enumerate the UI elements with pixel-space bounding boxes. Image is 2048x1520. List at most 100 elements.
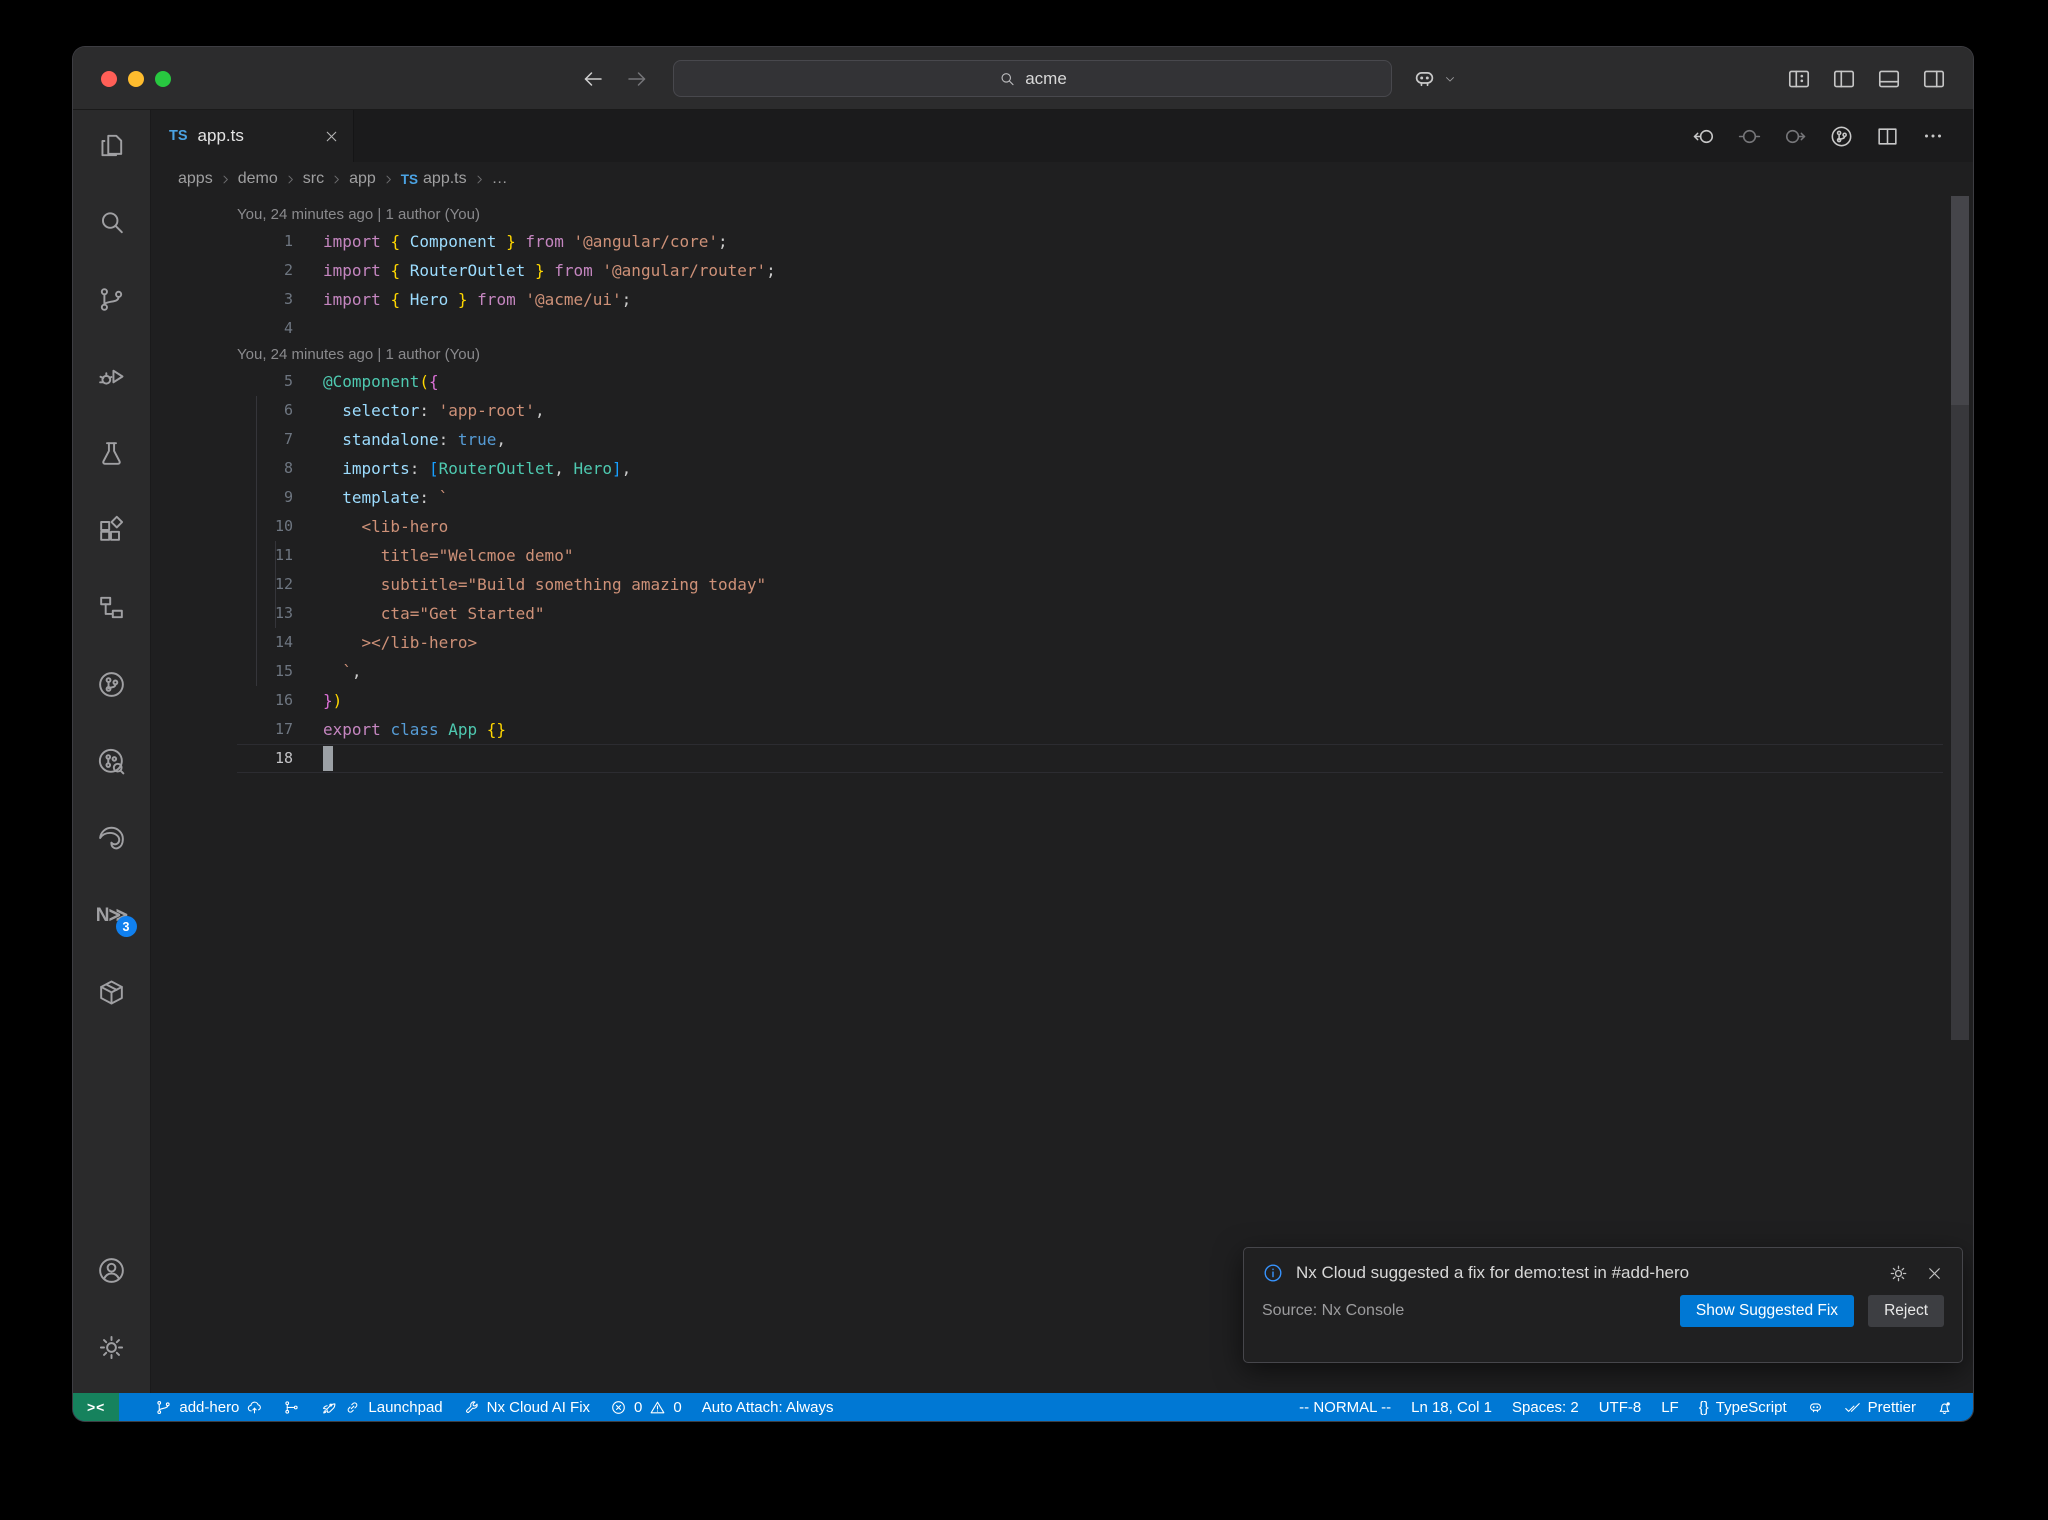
breadcrumb-item-apps[interactable]: apps <box>178 170 213 188</box>
command-center[interactable]: acme <box>673 60 1392 97</box>
status-item-git-branch[interactable]: add-hero <box>145 1393 273 1421</box>
tab-app-ts[interactable]: TS app.ts <box>151 110 354 162</box>
status-item-copilot-status[interactable] <box>1797 1393 1834 1421</box>
nav-current-icon[interactable] <box>1737 124 1762 149</box>
history-forward-icon[interactable] <box>625 67 649 91</box>
activity-item-references[interactable] <box>94 591 130 623</box>
notification-settings-icon[interactable] <box>1888 1263 1909 1284</box>
line-number[interactable]: 10 <box>237 512 293 541</box>
status-item-indentation[interactable]: Spaces: 2 <box>1502 1393 1589 1421</box>
line-number[interactable]: 3 <box>237 285 293 314</box>
activity-item-search[interactable] <box>94 206 130 238</box>
nav-back-icon[interactable] <box>1691 124 1716 149</box>
chevron-right-icon <box>283 172 298 187</box>
line-number[interactable]: 6 <box>237 396 293 425</box>
line-number[interactable]: 15 <box>237 657 293 686</box>
line-number[interactable]: 8 <box>237 454 293 483</box>
toggle-secondary-sidebar-icon[interactable] <box>1921 66 1947 92</box>
activity-item-accounts[interactable] <box>94 1254 130 1286</box>
chevron-right-icon <box>218 172 233 187</box>
check-double-icon <box>1844 1399 1861 1416</box>
activity-item-containers[interactable] <box>94 976 130 1008</box>
status-item-vim-mode[interactable]: -- NORMAL -- <box>1289 1393 1401 1421</box>
nav-forward-icon[interactable] <box>1783 124 1808 149</box>
blame-annotation: You, 24 minutes ago | 1 author (You) <box>237 346 480 363</box>
activity-badge: 3 <box>115 916 137 937</box>
status-item-notifications-bell[interactable] <box>1926 1393 1963 1421</box>
scrollbar-track[interactable] <box>1951 405 1969 1040</box>
close-notification-icon[interactable] <box>1925 1264 1944 1283</box>
status-item-launchpad[interactable]: Launchpad <box>310 1393 452 1421</box>
toggle-panel-icon[interactable] <box>1876 66 1902 92</box>
code-line: 8 imports: [RouterOutlet, Hero], <box>237 454 1943 483</box>
line-number[interactable]: 5 <box>237 367 293 396</box>
zoom-window-button[interactable] <box>155 71 171 87</box>
commit-graph-icon[interactable] <box>1829 124 1854 149</box>
reject-button[interactable]: Reject <box>1868 1295 1944 1327</box>
line-number[interactable]: 18 <box>237 744 293 773</box>
toggle-primary-sidebar-icon[interactable] <box>1831 66 1857 92</box>
breadcrumb-overflow[interactable]: … <box>492 170 508 188</box>
line-number[interactable]: 17 <box>237 715 293 744</box>
line-number[interactable]: 9 <box>237 483 293 512</box>
status-item-remote-indicator[interactable]: >< <box>73 1393 120 1421</box>
activity-item-testing[interactable] <box>94 437 130 469</box>
status-item-nx-cloud-ai-fix[interactable]: Nx Cloud AI Fix <box>453 1393 600 1421</box>
code-line: 1 import { Component } from '@angular/cor… <box>237 227 1943 256</box>
status-item-cursor-position[interactable]: Ln 18, Col 1 <box>1401 1393 1502 1421</box>
breadcrumb-item-app[interactable]: app <box>349 170 376 188</box>
toast-source: Source: Nx Console <box>1262 1302 1405 1319</box>
activity-item-run-and-debug[interactable] <box>94 360 130 392</box>
activity-item-extensions[interactable] <box>94 514 130 546</box>
close-window-button[interactable] <box>101 71 117 87</box>
breadcrumb-item-src[interactable]: src <box>303 170 324 188</box>
minimize-window-button[interactable] <box>128 71 144 87</box>
history-back-icon[interactable] <box>581 67 605 91</box>
line-number[interactable]: 1 <box>237 227 293 256</box>
status-item-language-mode[interactable]: {} TypeScript <box>1689 1393 1797 1421</box>
breadcrumb-item-file[interactable]: TS app.ts <box>401 170 467 188</box>
activity-item-explorer[interactable] <box>94 129 130 161</box>
line-number[interactable]: 14 <box>237 628 293 657</box>
status-item-formatter[interactable]: Prettier <box>1834 1393 1926 1421</box>
status-item-eol[interactable]: LF <box>1651 1393 1689 1421</box>
line-number[interactable]: 16 <box>237 686 293 715</box>
activity-bottom <box>94 1254 130 1363</box>
editor[interactable]: You, 24 minutes ago | 1 author (You) 1 imp… <box>151 196 1973 1393</box>
customize-layout-icon[interactable] <box>1786 66 1812 92</box>
line-number[interactable]: 4 <box>237 314 293 343</box>
code-line: 4 <box>237 314 1943 343</box>
breadcrumb-file-label: app.ts <box>423 170 467 187</box>
scrollbar[interactable] <box>1951 196 1969 405</box>
copilot-menu[interactable] <box>1411 47 1457 110</box>
show-suggested-fix-button[interactable]: Show Suggested Fix <box>1679 1295 1855 1327</box>
status-item-problems[interactable]: 00 <box>600 1393 692 1421</box>
activity-item-nx-console[interactable]: N≫ 3 <box>94 899 137 937</box>
status-item-commit-graph[interactable] <box>273 1393 310 1421</box>
code-line: 15 `, <box>237 657 1943 686</box>
code-line: 7 standalone: true, <box>237 425 1943 454</box>
split-editor-icon[interactable] <box>1875 124 1900 149</box>
wrench-icon <box>463 1399 480 1416</box>
status-item-encoding[interactable]: UTF-8 <box>1589 1393 1652 1421</box>
indent-guide <box>275 541 276 628</box>
breadcrumb-item-demo[interactable]: demo <box>238 170 278 188</box>
tab-bar: TS app.ts <box>151 110 1973 162</box>
activity-item-settings[interactable] <box>94 1331 130 1363</box>
cloud-upload-icon <box>246 1399 263 1416</box>
line-number[interactable]: 2 <box>237 256 293 285</box>
line-number[interactable]: 7 <box>237 425 293 454</box>
code-line: 14 ></lib-hero> <box>237 628 1943 657</box>
activity-item-edge-tools[interactable] <box>94 822 130 854</box>
more-actions-icon[interactable] <box>1921 124 1945 148</box>
close-tab-icon[interactable] <box>323 128 340 145</box>
line-number[interactable]: 11 <box>237 541 293 570</box>
copilot-icon <box>1411 65 1438 92</box>
activity-item-commit-graph[interactable] <box>94 668 130 700</box>
line-number[interactable]: 12 <box>237 570 293 599</box>
status-item-auto-attach[interactable]: Auto Attach: Always <box>692 1393 844 1421</box>
line-number[interactable]: 13 <box>237 599 293 628</box>
activity-item-gitlens-inspect[interactable] <box>94 745 130 777</box>
activity-item-source-control[interactable] <box>94 283 130 315</box>
titlebar: acme <box>73 47 1973 110</box>
